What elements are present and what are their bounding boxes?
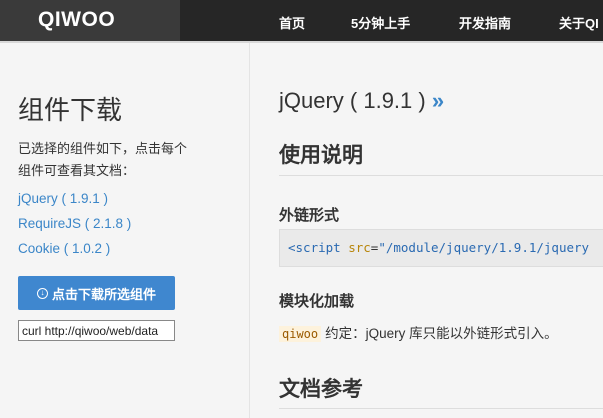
download-icon: ↓ xyxy=(36,287,48,299)
component-link-jquery[interactable]: jQuery ( 1.9.1 ) xyxy=(18,191,108,206)
sidebar-divider xyxy=(249,43,250,418)
nav-dev-guide[interactable]: 开发指南 xyxy=(459,13,511,32)
sidebar-description: 已选择的组件如下，点击每个组件可查看其文档： xyxy=(18,141,188,178)
download-button-label: 点击下载所选组件 xyxy=(51,286,156,302)
page-title-text: jQuery ( 1.9.1 ) xyxy=(279,88,426,113)
code-value: "/module/jquery/1.9.1/jquery xyxy=(378,240,590,255)
module-load-heading: 模块化加载 xyxy=(279,293,355,310)
inline-code-qiwoo: qiwoo xyxy=(279,326,322,342)
docs-divider xyxy=(279,408,603,409)
brand-area: QIWOO xyxy=(0,0,180,41)
sidebar-title: 组件下载 xyxy=(18,95,123,125)
link-form-heading: 外链形式 xyxy=(279,207,340,224)
brand-logo[interactable]: QIWOO xyxy=(38,8,115,32)
top-navbar: QIWOO 首页 5分钟上手 开发指南 关于QI xyxy=(0,0,603,41)
convention-text: 约定：jQuery 库只能以外链形式引入。 xyxy=(325,326,558,341)
header-shadow xyxy=(0,41,603,43)
nav-home[interactable]: 首页 xyxy=(279,13,305,32)
usage-divider xyxy=(279,175,603,176)
docs-heading: 文档参考 xyxy=(279,378,363,401)
download-button[interactable]: ↓ 点击下载所选组件 xyxy=(18,276,175,310)
code-attr: src xyxy=(348,240,371,255)
component-link-cookie[interactable]: Cookie ( 1.0.2 ) xyxy=(18,241,110,256)
code-tag: <script xyxy=(288,240,341,255)
code-block: <script src="/module/jquery/1.9.1/jquery xyxy=(279,229,603,267)
page-title: jQuery ( 1.9.1 ) » xyxy=(279,88,444,114)
convention-note: qiwoo 约定：jQuery 库只能以外链形式引入。 xyxy=(279,322,558,342)
nav-about[interactable]: 关于QI xyxy=(559,13,599,32)
title-more-link[interactable]: » xyxy=(432,88,444,113)
usage-heading: 使用说明 xyxy=(279,144,363,167)
nav-quickstart[interactable]: 5分钟上手 xyxy=(351,13,410,32)
component-link-requirejs[interactable]: RequireJS ( 2.1.8 ) xyxy=(18,216,131,231)
curl-command-input[interactable] xyxy=(18,320,175,341)
